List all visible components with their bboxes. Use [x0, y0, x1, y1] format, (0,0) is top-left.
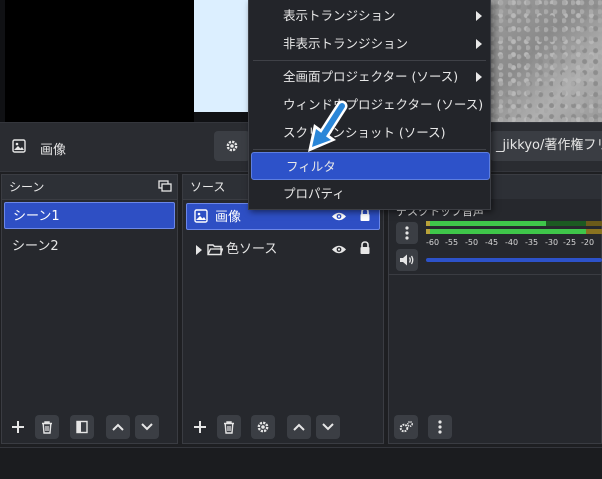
menu-item-label: 表示トランジション	[283, 8, 396, 23]
chevron-down-icon	[141, 423, 153, 431]
submenu-arrow-icon	[476, 11, 482, 21]
chevron-right-icon[interactable]	[195, 244, 203, 259]
cursor-arrow-icon	[308, 100, 348, 152]
eye-icon[interactable]	[331, 211, 347, 225]
menu-item-window-projector[interactable]: ウィンドウプロジェクター (ソース)	[249, 91, 490, 119]
meter-yellow-left	[586, 221, 602, 226]
source-item-label: 画像	[215, 210, 242, 225]
scene-move-down-button[interactable]	[135, 415, 159, 439]
scene-item-1[interactable]: シーン1	[4, 202, 175, 229]
image-icon	[194, 209, 208, 226]
scene-move-up-button[interactable]	[106, 415, 130, 439]
gear-icon	[399, 421, 413, 433]
preview-black-area	[5, 0, 194, 122]
meter-tick: -55	[445, 238, 459, 247]
image-icon	[12, 139, 26, 156]
more-icon	[405, 226, 409, 240]
menu-separator	[253, 60, 486, 61]
mute-button[interactable]	[396, 249, 418, 271]
remove-source-button[interactable]	[217, 415, 241, 439]
meter-tick: -25	[563, 238, 577, 247]
status-bar	[0, 447, 602, 479]
add-scene-button[interactable]	[6, 415, 30, 439]
meter-tick: -40	[505, 238, 519, 247]
audio-divider	[388, 274, 602, 275]
scenes-dock-icon[interactable]	[158, 180, 172, 195]
meter-level-right	[430, 229, 586, 234]
filter-icon	[76, 420, 88, 434]
source-properties-button[interactable]	[214, 131, 250, 161]
trash-icon	[42, 421, 52, 434]
menu-item-show-transition[interactable]: 表示トランジション	[249, 2, 490, 30]
source-item-group[interactable]: 色ソース	[218, 236, 318, 263]
meter-tick: -20	[581, 238, 595, 247]
chevron-up-icon	[293, 423, 305, 431]
menu-separator	[253, 149, 486, 150]
eye-icon[interactable]	[331, 244, 347, 258]
preview-image-area	[194, 0, 248, 112]
source-path-field[interactable]: _jikkyo/著作権フリー	[490, 131, 602, 161]
menu-item-fullscreen-projector[interactable]: 全画面プロジェクター (ソース)	[249, 63, 490, 91]
menu-item-label: 非表示トランジション	[283, 36, 409, 51]
menu-item-properties[interactable]: プロパティ	[249, 180, 490, 208]
audio-menu-button[interactable]	[428, 415, 452, 439]
meter-tick: -35	[525, 238, 539, 247]
selected-source-label: 画像	[40, 143, 67, 158]
trash-icon	[224, 421, 234, 434]
gear-icon	[226, 140, 238, 152]
menu-item-hide-transition[interactable]: 非表示トランジション	[249, 30, 490, 58]
audio-channel-menu-button[interactable]	[396, 222, 418, 244]
meter-tick: -50	[465, 238, 479, 247]
submenu-arrow-icon	[476, 72, 482, 82]
chevron-up-icon	[112, 423, 124, 431]
scene-item-2[interactable]: シーン2	[4, 233, 175, 260]
plus-icon	[12, 421, 24, 433]
meter-yellow-right	[586, 229, 602, 234]
lock-icon[interactable]	[359, 241, 371, 258]
menu-item-screenshot[interactable]: スクリーンショット (ソース)	[249, 119, 490, 147]
source-move-down-button[interactable]	[316, 415, 340, 439]
submenu-arrow-icon	[476, 39, 482, 49]
more-icon	[438, 420, 442, 434]
menu-item-label: フィルタ	[286, 159, 336, 174]
advanced-audio-button[interactable]	[394, 415, 418, 439]
source-context-menu: 表示トランジション 非表示トランジション 全画面プロジェクター (ソース) ウィ…	[248, 0, 491, 210]
volume-slider[interactable]	[426, 258, 602, 262]
menu-item-label: 全画面プロジェクター (ソース)	[283, 69, 459, 84]
chevron-down-icon	[322, 423, 334, 431]
speaker-icon	[400, 254, 414, 266]
scenes-dock-title: シーン	[2, 175, 177, 200]
source-properties-button-small[interactable]	[251, 415, 275, 439]
meter-tick: -30	[545, 238, 559, 247]
add-source-button[interactable]	[188, 415, 212, 439]
plus-icon	[194, 421, 206, 433]
menu-item-label: プロパティ	[283, 186, 345, 201]
gear-icon	[257, 421, 269, 433]
meter-tick: -60	[426, 238, 440, 247]
meter-range-left	[546, 221, 586, 226]
source-move-up-button[interactable]	[287, 415, 311, 439]
scene-filters-button[interactable]	[70, 415, 94, 439]
meter-level-left	[430, 221, 546, 226]
remove-scene-button[interactable]	[35, 415, 59, 439]
lock-icon[interactable]	[359, 208, 371, 225]
meter-tick: -45	[485, 238, 499, 247]
menu-item-filters[interactable]: フィルタ	[251, 152, 490, 180]
preview-texture-area	[490, 0, 602, 122]
